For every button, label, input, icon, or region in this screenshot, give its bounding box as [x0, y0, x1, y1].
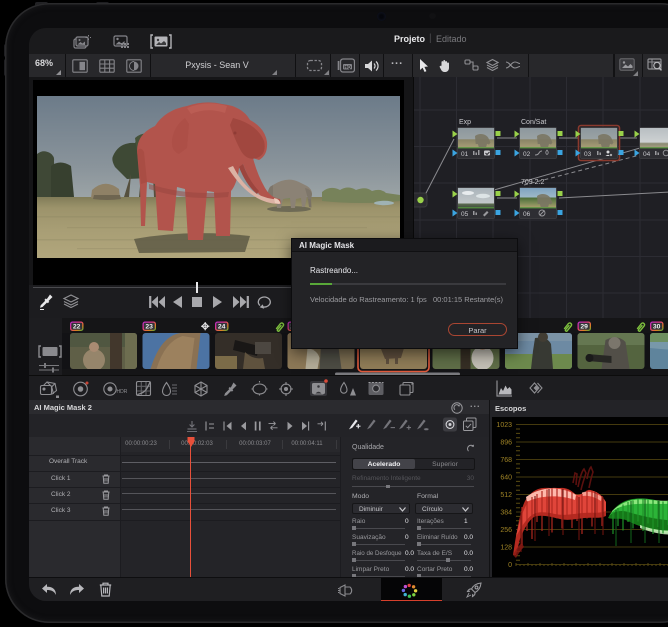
svg-text:0: 0 [508, 562, 512, 569]
svg-text:HQ: HQ [344, 65, 351, 70]
svg-text:04: 04 [643, 151, 651, 158]
svg-text:768: 768 [500, 457, 512, 464]
svg-text:256: 256 [500, 527, 512, 534]
svg-text:06: 06 [523, 211, 531, 218]
svg-text:384: 384 [500, 510, 512, 517]
svg-text:Con/Sat: Con/Sat [521, 119, 546, 126]
svg-text:01: 01 [461, 151, 469, 158]
svg-text:640: 640 [500, 475, 512, 482]
svg-text:05: 05 [461, 211, 469, 218]
svg-text:Exp: Exp [459, 119, 471, 126]
svg-text:512: 512 [500, 492, 512, 499]
svg-text:03: 03 [584, 151, 592, 158]
svg-text:02: 02 [523, 151, 531, 158]
svg-text:1023: 1023 [496, 422, 512, 429]
svg-text:29: 29 [580, 323, 588, 330]
svg-text:709 2.2: 709 2.2 [521, 179, 544, 186]
svg-text:30: 30 [653, 323, 661, 330]
svg-text:22: 22 [73, 323, 81, 330]
svg-text:HDR: HDR [117, 389, 128, 395]
svg-text:128: 128 [500, 545, 512, 552]
svg-text:896: 896 [500, 440, 512, 447]
svg-text:24: 24 [218, 323, 226, 330]
svg-text:23: 23 [145, 323, 153, 330]
